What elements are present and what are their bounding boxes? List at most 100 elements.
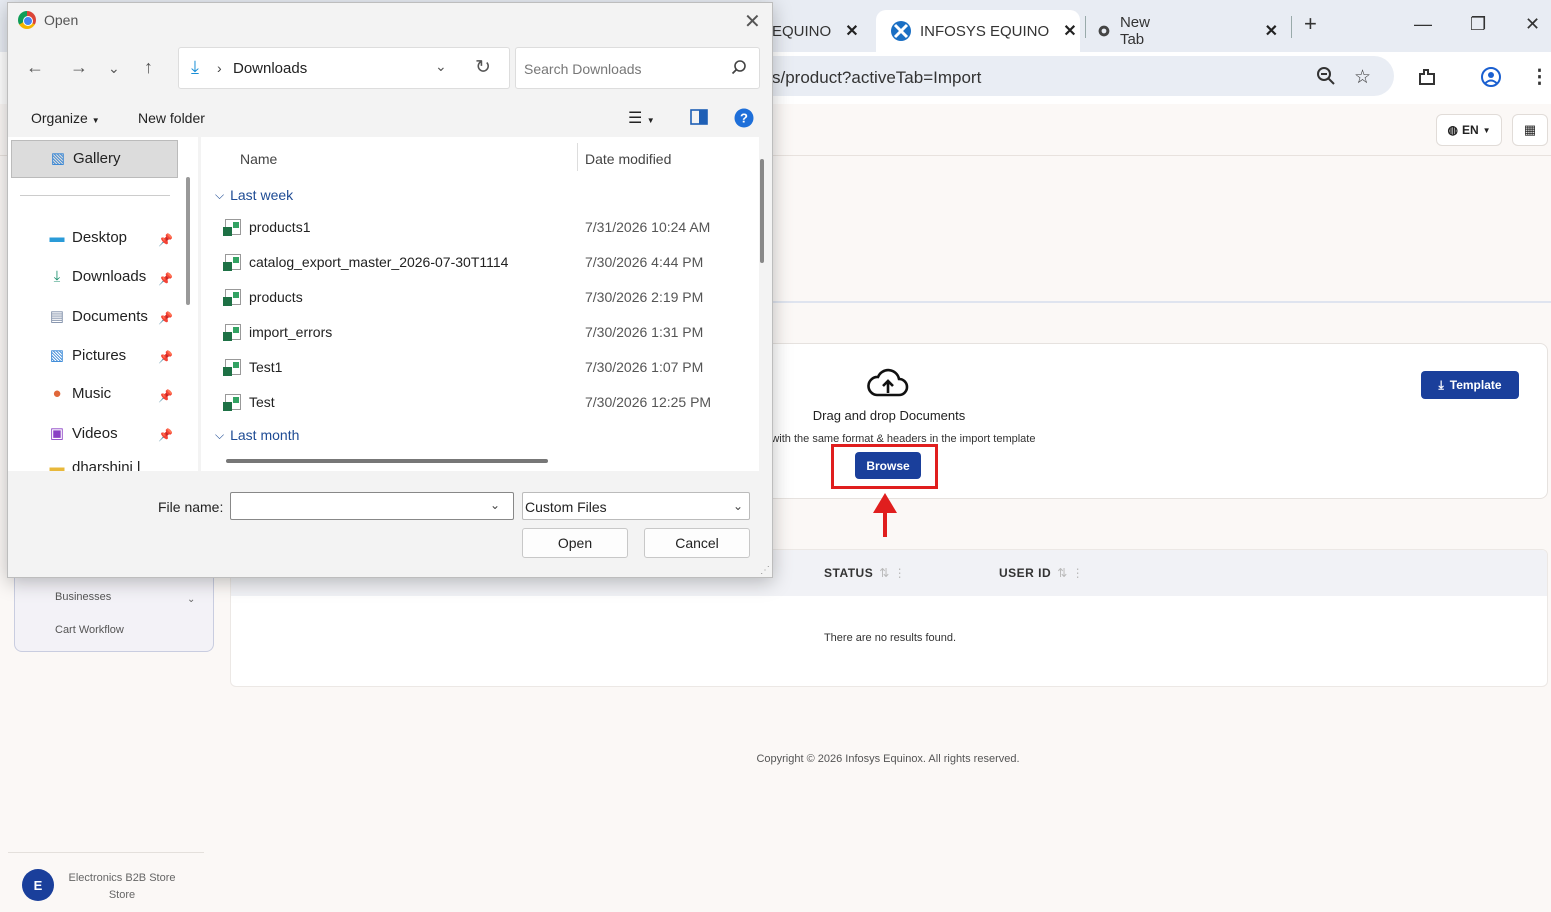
excel-file-icon [223,394,241,411]
tab-title: EQUINO [772,22,832,40]
open-button[interactable]: Open [522,528,628,558]
globe-icon: ◍ [1447,123,1458,137]
file-row[interactable]: import_errors 7/30/2026 1:31 PM [223,319,735,349]
file-name: catalog_export_master_2026-07-30T1114 [249,254,509,270]
section-divider [772,301,1551,303]
minimize-icon[interactable]: — [1414,14,1432,35]
navigation-pane: ▧ Gallery ▬ Desktop 📌 ⤓ Downloads 📌 ▤ Do… [8,137,198,471]
chevron-down-icon[interactable]: ⌄ [187,594,195,605]
column-header-name[interactable]: Name [240,151,277,167]
pin-icon[interactable]: 📌 [158,311,173,325]
tab-close-icon[interactable]: ✕ [1265,21,1278,41]
tab-close-icon[interactable]: ✕ [1063,21,1076,41]
file-list-horizontal-scrollbar[interactable] [226,459,548,463]
file-type-value: Custom Files [525,499,607,515]
restore-icon[interactable]: ❐ [1470,14,1486,35]
new-folder-button[interactable]: New folder [138,110,205,126]
excel-file-icon [223,324,241,341]
nav-item-music[interactable]: ● Music [48,385,111,402]
nav-gallery-row: ▧ Gallery [50,149,121,168]
pin-icon[interactable]: 📌 [158,233,173,247]
extensions-icon[interactable] [1416,66,1438,94]
help-icon[interactable]: ? [734,108,754,131]
tab-new-tab[interactable]: New Tab ✕ [1098,10,1278,52]
pin-icon[interactable]: 📌 [158,428,173,442]
nav-item-documents[interactable]: ▤ Documents [48,307,148,326]
pin-icon[interactable]: 📌 [158,350,173,364]
file-row[interactable]: Test 7/30/2026 12:25 PM [223,389,735,419]
folder-icon: ▬ [49,459,65,471]
download-icon: ⤓ [1438,377,1444,392]
nav-item-gallery[interactable]: ▧ Gallery [11,140,178,178]
new-tab-button[interactable]: + [1304,11,1317,37]
tab-equinox-1[interactable]: EQUINO ✕ [772,10,868,52]
nav-item-user-folder[interactable]: ▬ dharshini l [48,459,141,471]
search-downloads-input[interactable]: Search Downloads [515,47,760,89]
file-row[interactable]: products1 7/31/2026 10:24 AM [223,214,735,244]
store-avatar[interactable]: E [22,869,54,901]
path-chevron-down-icon[interactable]: ⌄ [435,58,447,75]
window-close-icon[interactable]: ✕ [1525,14,1540,35]
file-open-dialog: Open ✕ ← → ⌄ ↑ ⤓ › Downloads ⌄ ↻ Search … [7,2,773,578]
store-info[interactable]: Electronics B2B Store Store [62,870,182,904]
file-list-vertical-scrollbar[interactable] [760,159,764,263]
nav-item-videos[interactable]: ▣ Videos [48,424,118,443]
file-name-input[interactable] [230,492,514,520]
tab-infosys-equinox[interactable]: INFOSYS EQUINO ✕ [876,10,1080,52]
file-row[interactable]: Test1 7/30/2026 1:07 PM [223,354,735,384]
column-user-id[interactable]: USER ID ⇅ ⋮ [999,566,1084,580]
sidebar-item-businesses[interactable]: Businesses [55,591,111,603]
address-path[interactable]: ⤓ › Downloads ⌄ ↻ [178,47,510,89]
tab-close-icon[interactable]: ✕ [845,21,858,41]
group-last-week[interactable]: ⌵ Last week [215,187,293,203]
nav-item-downloads[interactable]: ⤓ Downloads [48,268,147,285]
language-label: EN [1461,123,1479,137]
up-arrow-icon[interactable]: ↑ [144,57,153,78]
downloads-icon: ⤓ [191,57,199,77]
chevron-down-icon: ⌵ [215,187,225,202]
dialog-title: Open [44,12,79,28]
sidebar-item-cart-workflow[interactable]: Cart Workflow [55,624,124,636]
preview-pane-icon[interactable] [690,109,708,128]
language-selector[interactable]: ◍ EN ▼ [1436,114,1502,146]
group-last-month[interactable]: ⌵ Last month [215,427,299,443]
zoom-icon[interactable] [1316,66,1336,92]
store-switcher-icon[interactable]: ▦ [1512,114,1548,146]
file-name-chevron-icon[interactable]: ⌄ [490,498,500,512]
command-bar: Organize ▼ New folder ☰ ▼ ? [8,103,772,137]
column-header-date-modified[interactable]: Date modified [585,151,671,167]
dialog-close-icon[interactable]: ✕ [744,9,761,34]
bookmark-star-icon[interactable]: ☆ [1354,66,1371,89]
file-type-select[interactable]: Custom Files ⌄ [522,492,750,520]
template-download-button[interactable]: ⤓ Template [1421,371,1519,399]
view-options-icon[interactable]: ☰ ▼ [628,108,655,128]
caret-down-icon: ▼ [91,116,100,125]
sort-icon[interactable]: ⇅ ⋮ [879,566,906,580]
refresh-icon[interactable]: ↻ [475,56,491,79]
column-status[interactable]: STATUS ⇅ ⋮ [824,566,906,580]
profile-icon[interactable] [1480,66,1502,94]
file-row[interactable]: catalog_export_master_2026-07-30T1114 7/… [223,249,735,279]
nav-item-pictures[interactable]: ▧ Pictures [48,346,126,365]
footer-copyright: Copyright © 2026 Infosys Equinox. All ri… [756,753,1020,765]
search-icon[interactable] [731,59,747,75]
file-name: products1 [249,219,311,235]
pin-icon[interactable]: 📌 [158,272,173,286]
cancel-button[interactable]: Cancel [644,528,750,558]
back-arrow-icon[interactable]: ← [26,57,44,78]
recent-locations-chevron-icon[interactable]: ⌄ [108,60,120,77]
file-row[interactable]: products 7/30/2026 2:19 PM [223,284,735,314]
forward-arrow-icon[interactable]: → [70,57,88,78]
nav-item-desktop[interactable]: ▬ Desktop [48,229,128,246]
sort-icon[interactable]: ⇅ ⋮ [1057,566,1084,580]
cloud-upload-icon [867,368,909,397]
excel-file-icon [223,219,241,236]
resize-grip-icon[interactable]: ⋰ [760,565,770,576]
tab-title: New Tab [1119,14,1150,48]
chrome-logo-icon [18,11,36,29]
pin-icon[interactable]: 📌 [158,389,173,403]
nav-scrollbar[interactable] [186,177,190,305]
menu-kebab-icon[interactable]: ⋮ [1530,66,1549,89]
organize-menu[interactable]: Organize ▼ [31,110,100,126]
breadcrumb-downloads[interactable]: Downloads [233,60,307,77]
